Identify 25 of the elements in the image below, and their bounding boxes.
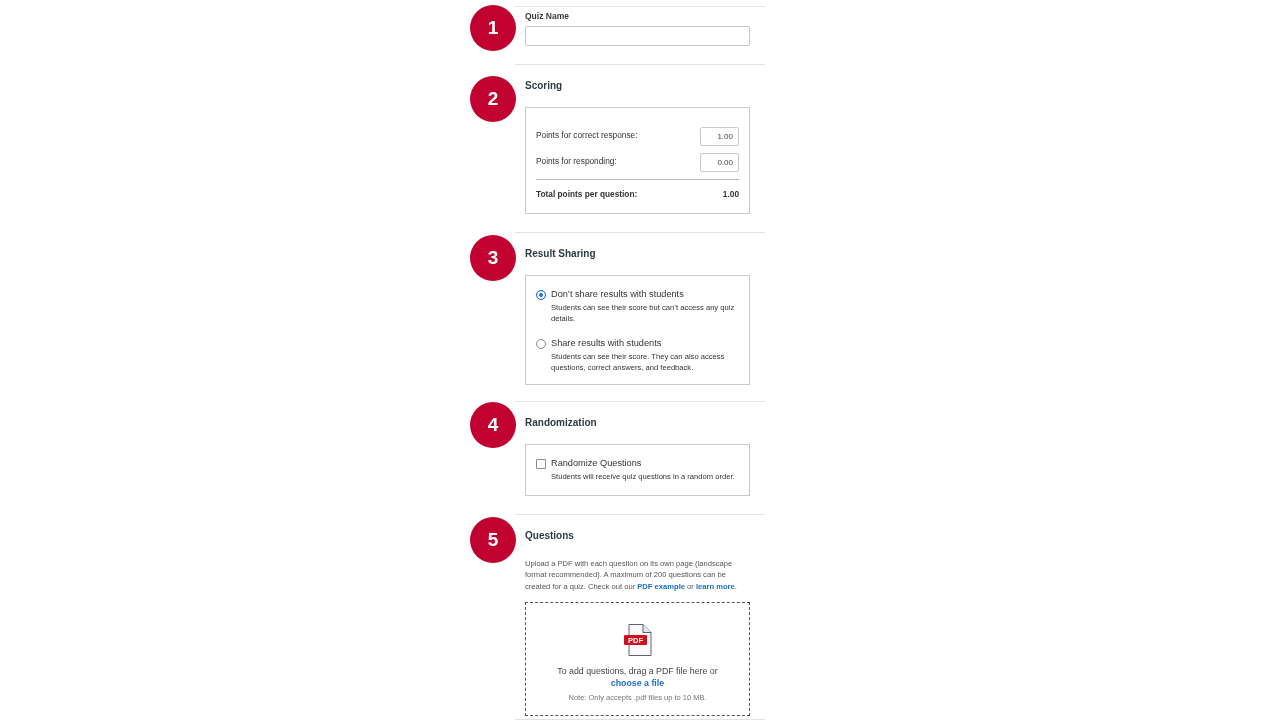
- section-heading: Randomization: [525, 416, 598, 430]
- points-input[interactable]: 0.00: [700, 153, 739, 172]
- points-label: Points for correct response:: [536, 130, 638, 140]
- step-number-badge: 2: [470, 76, 516, 122]
- points-input[interactable]: 1.00: [700, 127, 739, 146]
- total-value: 1.00: [722, 189, 739, 200]
- drop-prompt-text: To add questions, drag a PDF file here or choose a file: [556, 665, 719, 689]
- total-label: Total points per question:: [536, 189, 638, 200]
- step-number-badge: 1: [470, 5, 516, 51]
- option-label: Share results with students: [551, 338, 663, 349]
- step-number-badge: 3: [470, 235, 516, 281]
- option-label: Randomize Questions: [551, 458, 643, 469]
- checkbox[interactable]: [536, 458, 546, 469]
- radio-button[interactable]: [536, 289, 546, 300]
- section-heading: Scoring: [525, 79, 564, 93]
- section-heading: Result Sharing: [525, 247, 597, 261]
- step-number-badge: 4: [470, 402, 516, 448]
- points-label: Points for responding:: [536, 156, 617, 166]
- inline-link[interactable]: choose a file: [610, 678, 665, 688]
- field-label: Quiz Name: [525, 11, 570, 22]
- radio-button[interactable]: [536, 338, 546, 349]
- option-label: Don’t share results with students: [551, 289, 685, 300]
- step-number-badge: 5: [470, 516, 516, 563]
- text-input[interactable]: [525, 26, 750, 46]
- section-heading: Questions: [525, 528, 575, 543]
